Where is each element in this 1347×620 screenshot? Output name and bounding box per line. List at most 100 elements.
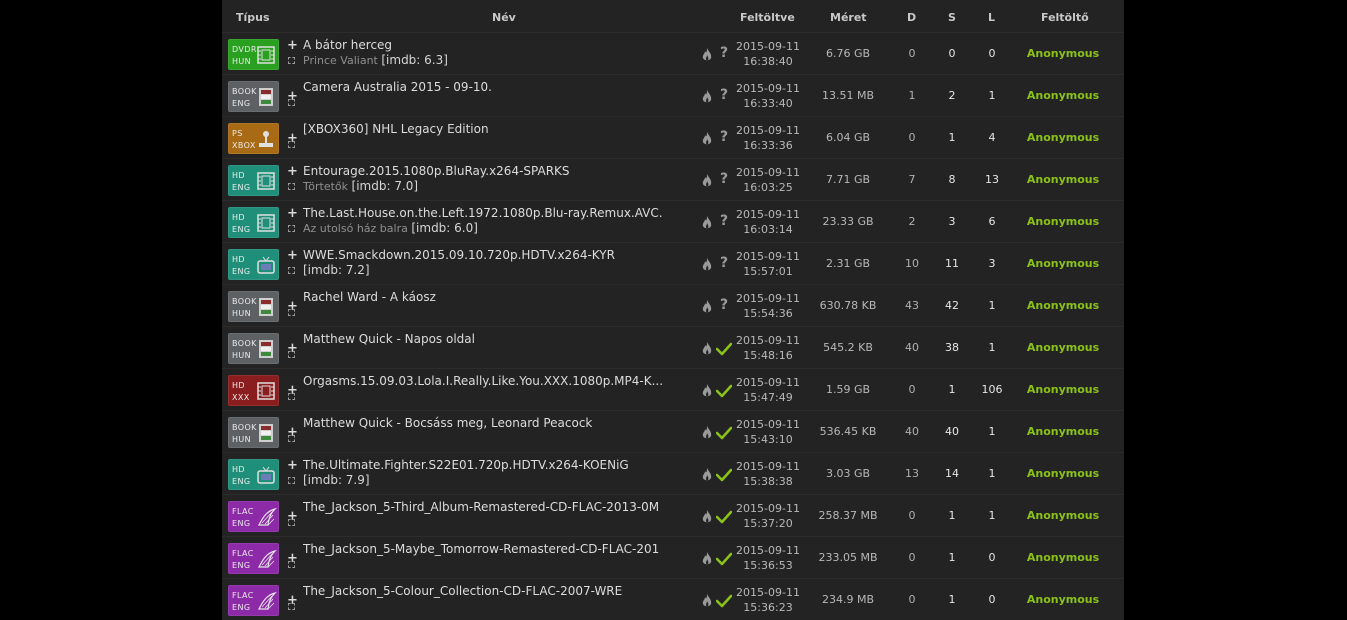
- seeder-count[interactable]: 14: [932, 467, 972, 480]
- torrent-title-link[interactable]: WWE.Smackdown.2015.09.10.720p.HDTV.x264-…: [303, 248, 615, 262]
- imdb-rating[interactable]: [imdb: 7.2]: [303, 263, 370, 277]
- leecher-count[interactable]: 1: [972, 299, 1012, 312]
- details-toggle-icon[interactable]: [288, 561, 295, 568]
- column-header-size[interactable]: Méret: [830, 11, 867, 24]
- table-row[interactable]: BOOK ENG + Camera Australia 2015 - 09-10.? 2…: [222, 74, 1124, 116]
- leecher-count[interactable]: 1: [972, 425, 1012, 438]
- column-header-downloads[interactable]: D: [907, 11, 916, 24]
- category-badge[interactable]: HD ENG: [228, 459, 279, 490]
- leecher-count[interactable]: 1: [972, 89, 1012, 102]
- imdb-rating[interactable]: [imdb: 7.9]: [303, 473, 370, 487]
- torrent-title-link[interactable]: A bátor herceg: [303, 38, 392, 52]
- seeder-count[interactable]: 42: [932, 299, 972, 312]
- leecher-count[interactable]: 0: [972, 593, 1012, 606]
- details-toggle-icon[interactable]: [288, 603, 295, 610]
- column-header-uploader[interactable]: Feltöltő: [1041, 11, 1089, 24]
- leecher-count[interactable]: 4: [972, 131, 1012, 144]
- seeder-count[interactable]: 40: [932, 425, 972, 438]
- torrent-title-link[interactable]: The.Last.House.on.the.Left.1972.1080p.Bl…: [303, 206, 663, 220]
- seeder-count[interactable]: 1: [932, 509, 972, 522]
- seeder-count[interactable]: 1: [932, 593, 972, 606]
- imdb-rating[interactable]: [imdb: 6.0]: [411, 221, 478, 235]
- details-toggle-icon[interactable]: [288, 225, 295, 232]
- details-toggle-icon[interactable]: [288, 309, 295, 316]
- table-row[interactable]: HD ENG + The.Last.House.on.the.Left.1972.10…: [222, 200, 1124, 242]
- table-row[interactable]: HD XXX + Orgasms.15.09.03.Lola.I.Really.Lik…: [222, 368, 1124, 410]
- leecher-count[interactable]: 1: [972, 341, 1012, 354]
- category-badge[interactable]: FLAC ENG: [228, 543, 279, 574]
- details-toggle-icon[interactable]: [288, 519, 295, 526]
- category-badge[interactable]: BOOK ENG: [228, 81, 279, 112]
- seeder-count[interactable]: 1: [932, 131, 972, 144]
- seeder-count[interactable]: 38: [932, 341, 972, 354]
- details-toggle-icon[interactable]: [288, 393, 295, 400]
- leecher-count[interactable]: 3: [972, 257, 1012, 270]
- leecher-count[interactable]: 1: [972, 509, 1012, 522]
- details-toggle-icon[interactable]: [288, 267, 295, 274]
- column-header-seeders[interactable]: S: [948, 11, 956, 24]
- category-badge[interactable]: PS XBOX: [228, 123, 279, 154]
- torrent-title-link[interactable]: Camera Australia 2015 - 09-10.: [303, 80, 492, 94]
- seeder-count[interactable]: 0: [932, 47, 972, 60]
- table-row[interactable]: DVDR HUN + A bátor herceg Prince Valiant [im…: [222, 32, 1124, 74]
- leecher-count[interactable]: 13: [972, 173, 1012, 186]
- category-badge[interactable]: DVDR HUN: [228, 39, 279, 70]
- category-badge[interactable]: HD ENG: [228, 249, 279, 280]
- category-badge[interactable]: FLAC ENG: [228, 585, 279, 616]
- table-row[interactable]: FLAC ENG + The_Jackson_5-Maybe_Tomorrow-Rem…: [222, 536, 1124, 578]
- table-row[interactable]: PS XBOX + [XBOX360] NHL Legacy Edition? 2015…: [222, 116, 1124, 158]
- table-row[interactable]: BOOK HUN + Matthew Quick - Bocsáss meg, Leo…: [222, 410, 1124, 452]
- torrent-title-link[interactable]: Orgasms.15.09.03.Lola.I.Really.Like.You.…: [303, 374, 663, 388]
- details-toggle-icon[interactable]: [288, 351, 295, 358]
- category-badge[interactable]: BOOK HUN: [228, 333, 279, 364]
- details-toggle-icon[interactable]: [288, 57, 295, 64]
- torrent-title-link[interactable]: Entourage.2015.1080p.BluRay.x264-SPARKS: [303, 164, 570, 178]
- imdb-rating[interactable]: [imdb: 6.3]: [381, 53, 448, 67]
- table-row[interactable]: HD ENG + The.Ultimate.Fighter.S22E01.720p.H…: [222, 452, 1124, 494]
- torrent-title-link[interactable]: [XBOX360] NHL Legacy Edition: [303, 122, 489, 136]
- table-row[interactable]: BOOK HUN + Rachel Ward - A káosz? 2015-09-11…: [222, 284, 1124, 326]
- seeder-count[interactable]: 3: [932, 215, 972, 228]
- category-badge[interactable]: HD XXX: [228, 375, 279, 406]
- seeder-count[interactable]: 2: [932, 89, 972, 102]
- seeder-count[interactable]: 11: [932, 257, 972, 270]
- expand-plus-icon[interactable]: +: [287, 206, 298, 221]
- category-badge[interactable]: HD ENG: [228, 207, 279, 238]
- details-toggle-icon[interactable]: [288, 435, 295, 442]
- torrent-title-link[interactable]: Matthew Quick - Bocsáss meg, Leonard Pea…: [303, 416, 592, 430]
- torrent-title-link[interactable]: The_Jackson_5-Maybe_Tomorrow-Remastered-…: [303, 542, 659, 556]
- details-toggle-icon[interactable]: [288, 477, 295, 484]
- torrent-title-link[interactable]: Matthew Quick - Napos oldal: [303, 332, 475, 346]
- details-toggle-icon[interactable]: [288, 99, 295, 106]
- expand-plus-icon[interactable]: +: [287, 248, 298, 263]
- leecher-count[interactable]: 1: [972, 467, 1012, 480]
- table-row[interactable]: HD ENG + WWE.Smackdown.2015.09.10.720p.HDTV…: [222, 242, 1124, 284]
- leecher-count[interactable]: 106: [972, 383, 1012, 396]
- expand-plus-icon[interactable]: +: [287, 38, 298, 53]
- details-toggle-icon[interactable]: [288, 141, 295, 148]
- imdb-rating[interactable]: [imdb: 7.0]: [352, 179, 419, 193]
- torrent-title-link[interactable]: The.Ultimate.Fighter.S22E01.720p.HDTV.x2…: [303, 458, 629, 472]
- table-row[interactable]: FLAC ENG + The_Jackson_5-Colour_Collection-…: [222, 578, 1124, 620]
- column-header-name[interactable]: Név: [492, 11, 516, 24]
- expand-plus-icon[interactable]: +: [287, 164, 298, 179]
- category-badge[interactable]: BOOK HUN: [228, 417, 279, 448]
- leecher-count[interactable]: 0: [972, 47, 1012, 60]
- seeder-count[interactable]: 8: [932, 173, 972, 186]
- category-badge[interactable]: FLAC ENG: [228, 501, 279, 532]
- table-row[interactable]: BOOK HUN + Matthew Quick - Napos oldal 2015-…: [222, 326, 1124, 368]
- table-row[interactable]: FLAC ENG + The_Jackson_5-Third_Album-Remast…: [222, 494, 1124, 536]
- seeder-count[interactable]: 1: [932, 551, 972, 564]
- leecher-count[interactable]: 6: [972, 215, 1012, 228]
- details-toggle-icon[interactable]: [288, 183, 295, 190]
- category-badge[interactable]: HD ENG: [228, 165, 279, 196]
- leecher-count[interactable]: 0: [972, 551, 1012, 564]
- column-header-type[interactable]: Típus: [236, 11, 270, 24]
- seeder-count[interactable]: 1: [932, 383, 972, 396]
- table-row[interactable]: HD ENG + Entourage.2015.1080p.BluRay.x264-S…: [222, 158, 1124, 200]
- column-header-leechers[interactable]: L: [988, 11, 995, 24]
- category-badge[interactable]: BOOK HUN: [228, 291, 279, 322]
- expand-plus-icon[interactable]: +: [287, 458, 298, 473]
- column-header-uploaded[interactable]: Feltöltve: [740, 11, 795, 24]
- torrent-title-link[interactable]: The_Jackson_5-Third_Album-Remastered-CD-…: [303, 500, 659, 514]
